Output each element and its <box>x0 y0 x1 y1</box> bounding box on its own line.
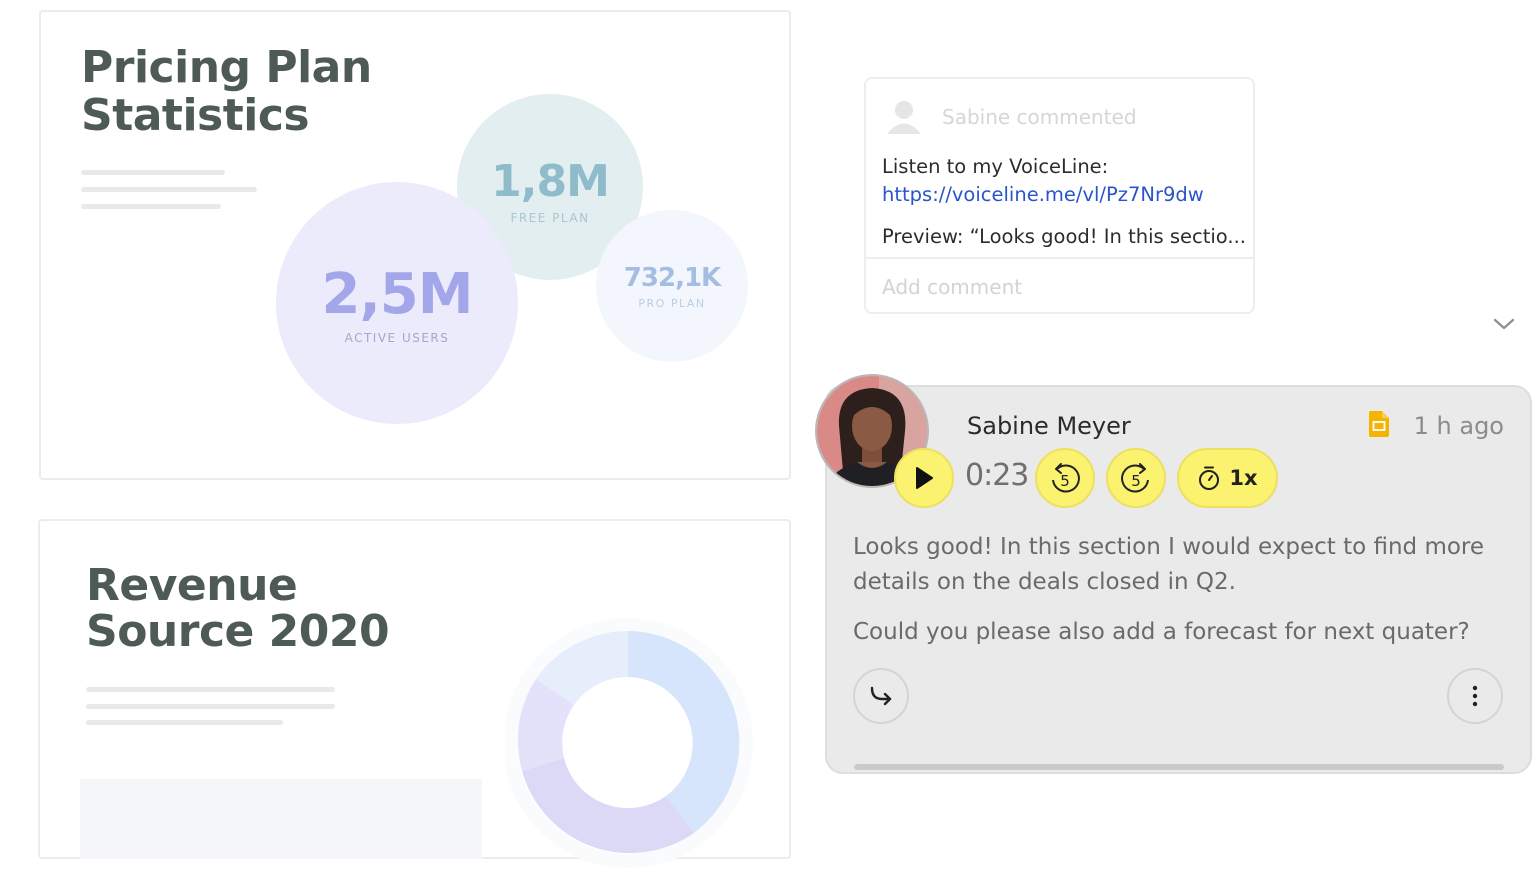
comment-preview: Preview: “Looks good! In this sectio... <box>882 225 1246 248</box>
play-icon <box>916 467 933 489</box>
placeholder-line <box>81 170 225 175</box>
voice-transcript-paragraph: Looks good! In this section I would expe… <box>853 534 1485 595</box>
playback-speed-button[interactable]: 1x <box>1177 448 1278 508</box>
revenue-slide-card[interactable]: Revenue Source 2020 <box>38 519 791 868</box>
divider <box>866 257 1253 259</box>
comment-card[interactable]: Sabine commented Listen to my VoiceLine:… <box>864 77 1255 314</box>
placeholder-line <box>81 187 257 192</box>
comment-body-text: Listen to my VoiceLine: <box>882 155 1109 178</box>
horizontal-scrollbar[interactable] <box>854 764 1504 770</box>
active-users-caption: ACTIVE USERS <box>344 330 450 345</box>
stopwatch-icon <box>1199 466 1220 490</box>
svg-text:5: 5 <box>1060 472 1070 490</box>
revenue-slide-title: Revenue Source 2020 <box>86 560 390 657</box>
pro-plan-value: 732,1K <box>623 262 721 293</box>
reply-button[interactable] <box>853 668 909 724</box>
pricing-slide-card[interactable]: Pricing Plan Statistics 1,8M FREE PLAN 2,… <box>39 10 791 480</box>
voice-author-name: Sabine Meyer <box>967 412 1131 440</box>
free-plan-caption: FREE PLAN <box>510 210 590 225</box>
placeholder-line <box>86 687 335 692</box>
voice-message-card[interactable]: Sabine Meyer 1 h ago Looks good! In this… <box>825 385 1532 774</box>
audio-duration: 0:23 <box>965 458 1029 493</box>
slides-document-icon[interactable] <box>1369 411 1389 437</box>
reply-arrow-icon <box>870 686 892 706</box>
voiceline-link[interactable]: https://voiceline.me/vl/Pz7Nr9dw <box>882 183 1204 206</box>
pro-plan-caption: PRO PLAN <box>638 296 706 310</box>
bubble-pro-plan: 732,1K PRO PLAN <box>596 210 748 362</box>
user-avatar-icon <box>884 97 924 137</box>
playback-speed-label: 1x <box>1229 466 1258 490</box>
more-vertical-icon <box>1472 685 1478 707</box>
pricing-slide-title: Pricing Plan Statistics <box>81 42 372 141</box>
add-comment-input[interactable]: Add comment <box>882 275 1022 299</box>
free-plan-value: 1,8M <box>491 155 610 207</box>
forward-button[interactable]: 5 <box>1106 448 1166 508</box>
placeholder-line <box>81 204 221 209</box>
placeholder-line <box>86 720 283 725</box>
svg-text:5: 5 <box>1131 472 1141 490</box>
donut-chart <box>506 618 753 868</box>
voice-time-ago: 1 h ago <box>1413 412 1504 440</box>
bubble-active-users: 2,5M ACTIVE USERS <box>276 182 518 424</box>
placeholder-block <box>80 779 482 859</box>
play-button[interactable] <box>894 448 954 508</box>
active-users-value: 2,5M <box>321 261 474 327</box>
chevron-down-icon[interactable] <box>1492 314 1516 334</box>
rewind-button[interactable]: 5 <box>1035 448 1095 508</box>
placeholder-line <box>86 704 335 709</box>
more-options-button[interactable] <box>1447 668 1503 724</box>
forward-5-icon: 5 <box>1121 463 1149 493</box>
comment-author: Sabine commented <box>942 105 1137 129</box>
rewind-5-icon: 5 <box>1052 463 1080 493</box>
comment-body: Listen to my VoiceLine: https://voicelin… <box>882 153 1248 209</box>
voice-transcript-paragraph: Could you please also add a forecast for… <box>853 619 1470 645</box>
